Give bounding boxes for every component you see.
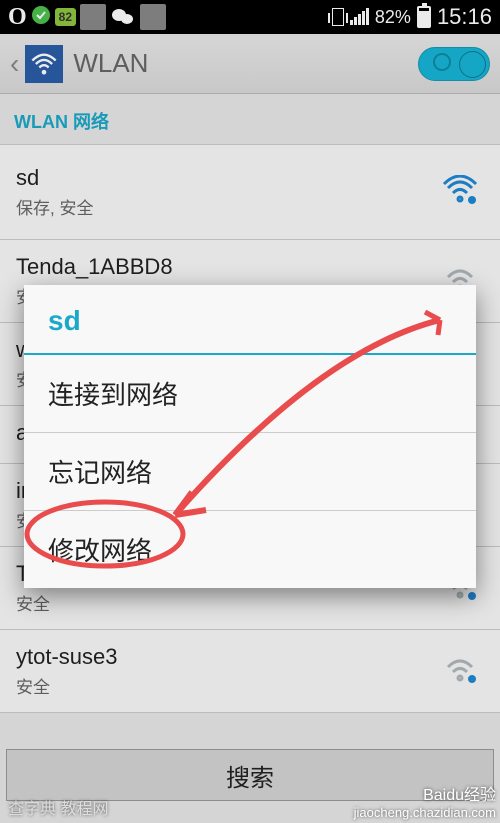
dialog-option-modify[interactable]: 修改网络 xyxy=(24,511,476,588)
dialog-title: sd xyxy=(24,285,476,355)
watermark-brand: Baidu经验 xyxy=(354,786,496,805)
watermark-left: 查字典 教程网 xyxy=(8,795,108,819)
wifi-context-dialog: sd 连接到网络 忘记网络 修改网络 xyxy=(24,285,476,588)
dialog-option-forget[interactable]: 忘记网络 xyxy=(24,433,476,511)
watermark-url: jiaocheng.chazidian.com xyxy=(354,805,496,821)
dialog-option-connect[interactable]: 连接到网络 xyxy=(24,355,476,433)
watermark-right: Baidu经验 jiaocheng.chazidian.com xyxy=(354,786,496,821)
